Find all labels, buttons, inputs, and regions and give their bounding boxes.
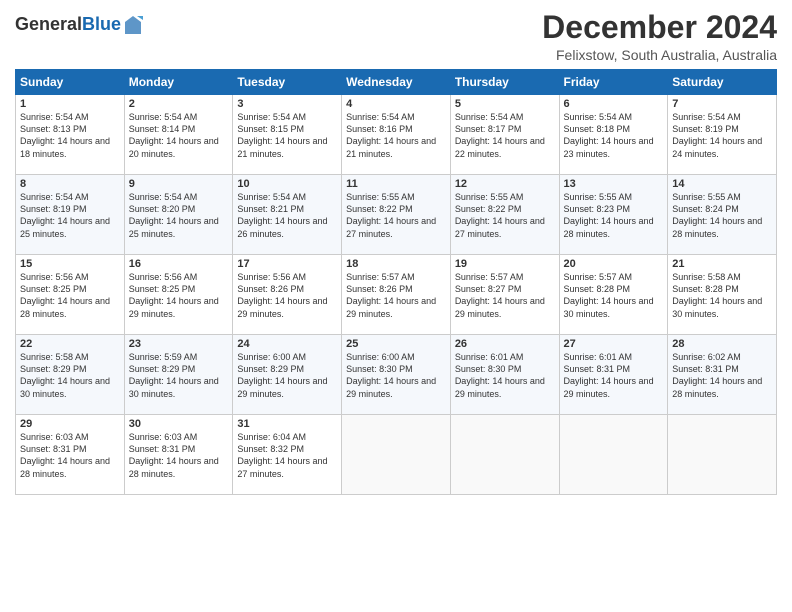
- table-row: 8 Sunrise: 5:54 AMSunset: 8:19 PMDayligh…: [16, 175, 125, 255]
- table-row: 23 Sunrise: 5:59 AMSunset: 8:29 PMDaylig…: [124, 335, 233, 415]
- col-tuesday: Tuesday: [233, 70, 342, 95]
- calendar-week-2: 8 Sunrise: 5:54 AMSunset: 8:19 PMDayligh…: [16, 175, 777, 255]
- table-row: 29 Sunrise: 6:03 AMSunset: 8:31 PMDaylig…: [16, 415, 125, 495]
- logo-general: General: [15, 14, 82, 34]
- col-sunday: Sunday: [16, 70, 125, 95]
- table-row: 9 Sunrise: 5:54 AMSunset: 8:20 PMDayligh…: [124, 175, 233, 255]
- empty-cell: [668, 415, 777, 495]
- col-friday: Friday: [559, 70, 668, 95]
- logo-icon: [123, 14, 143, 36]
- table-row: 7 Sunrise: 5:54 AMSunset: 8:19 PMDayligh…: [668, 95, 777, 175]
- table-row: 27 Sunrise: 6:01 AMSunset: 8:31 PMDaylig…: [559, 335, 668, 415]
- empty-cell: [450, 415, 559, 495]
- calendar-week-5: 29 Sunrise: 6:03 AMSunset: 8:31 PMDaylig…: [16, 415, 777, 495]
- logo: GeneralBlue: [15, 14, 143, 36]
- table-row: 5 Sunrise: 5:54 AMSunset: 8:17 PMDayligh…: [450, 95, 559, 175]
- calendar-header-row: Sunday Monday Tuesday Wednesday Thursday…: [16, 70, 777, 95]
- col-thursday: Thursday: [450, 70, 559, 95]
- table-row: 17 Sunrise: 5:56 AMSunset: 8:26 PMDaylig…: [233, 255, 342, 335]
- logo-blue: Blue: [82, 14, 121, 34]
- table-row: 26 Sunrise: 6:01 AMSunset: 8:30 PMDaylig…: [450, 335, 559, 415]
- table-row: 2 Sunrise: 5:54 AMSunset: 8:14 PMDayligh…: [124, 95, 233, 175]
- table-row: 4 Sunrise: 5:54 AMSunset: 8:16 PMDayligh…: [342, 95, 451, 175]
- calendar-week-1: 1 Sunrise: 5:54 AMSunset: 8:13 PMDayligh…: [16, 95, 777, 175]
- table-row: 22 Sunrise: 5:58 AMSunset: 8:29 PMDaylig…: [16, 335, 125, 415]
- header: GeneralBlue December 2024 Felixstow, Sou…: [15, 10, 777, 63]
- table-row: 15 Sunrise: 5:56 AMSunset: 8:25 PMDaylig…: [16, 255, 125, 335]
- calendar: Sunday Monday Tuesday Wednesday Thursday…: [15, 69, 777, 495]
- month-title: December 2024: [542, 10, 777, 45]
- table-row: 14 Sunrise: 5:55 AMSunset: 8:24 PMDaylig…: [668, 175, 777, 255]
- table-row: 12 Sunrise: 5:55 AMSunset: 8:22 PMDaylig…: [450, 175, 559, 255]
- page: GeneralBlue December 2024 Felixstow, Sou…: [0, 0, 792, 612]
- table-row: 11 Sunrise: 5:55 AMSunset: 8:22 PMDaylig…: [342, 175, 451, 255]
- empty-cell: [342, 415, 451, 495]
- table-row: 1 Sunrise: 5:54 AMSunset: 8:13 PMDayligh…: [16, 95, 125, 175]
- table-row: 28 Sunrise: 6:02 AMSunset: 8:31 PMDaylig…: [668, 335, 777, 415]
- table-row: 25 Sunrise: 6:00 AMSunset: 8:30 PMDaylig…: [342, 335, 451, 415]
- calendar-week-4: 22 Sunrise: 5:58 AMSunset: 8:29 PMDaylig…: [16, 335, 777, 415]
- table-row: 21 Sunrise: 5:58 AMSunset: 8:28 PMDaylig…: [668, 255, 777, 335]
- table-row: 3 Sunrise: 5:54 AMSunset: 8:15 PMDayligh…: [233, 95, 342, 175]
- table-row: 6 Sunrise: 5:54 AMSunset: 8:18 PMDayligh…: [559, 95, 668, 175]
- col-wednesday: Wednesday: [342, 70, 451, 95]
- table-row: 13 Sunrise: 5:55 AMSunset: 8:23 PMDaylig…: [559, 175, 668, 255]
- table-row: 24 Sunrise: 6:00 AMSunset: 8:29 PMDaylig…: [233, 335, 342, 415]
- title-area: December 2024 Felixstow, South Australia…: [542, 10, 777, 63]
- calendar-week-3: 15 Sunrise: 5:56 AMSunset: 8:25 PMDaylig…: [16, 255, 777, 335]
- table-row: 20 Sunrise: 5:57 AMSunset: 8:28 PMDaylig…: [559, 255, 668, 335]
- col-saturday: Saturday: [668, 70, 777, 95]
- table-row: 31 Sunrise: 6:04 AMSunset: 8:32 PMDaylig…: [233, 415, 342, 495]
- table-row: 18 Sunrise: 5:57 AMSunset: 8:26 PMDaylig…: [342, 255, 451, 335]
- location: Felixstow, South Australia, Australia: [542, 47, 777, 63]
- table-row: 19 Sunrise: 5:57 AMSunset: 8:27 PMDaylig…: [450, 255, 559, 335]
- table-row: 16 Sunrise: 5:56 AMSunset: 8:25 PMDaylig…: [124, 255, 233, 335]
- table-row: 30 Sunrise: 6:03 AMSunset: 8:31 PMDaylig…: [124, 415, 233, 495]
- col-monday: Monday: [124, 70, 233, 95]
- empty-cell: [559, 415, 668, 495]
- table-row: 10 Sunrise: 5:54 AMSunset: 8:21 PMDaylig…: [233, 175, 342, 255]
